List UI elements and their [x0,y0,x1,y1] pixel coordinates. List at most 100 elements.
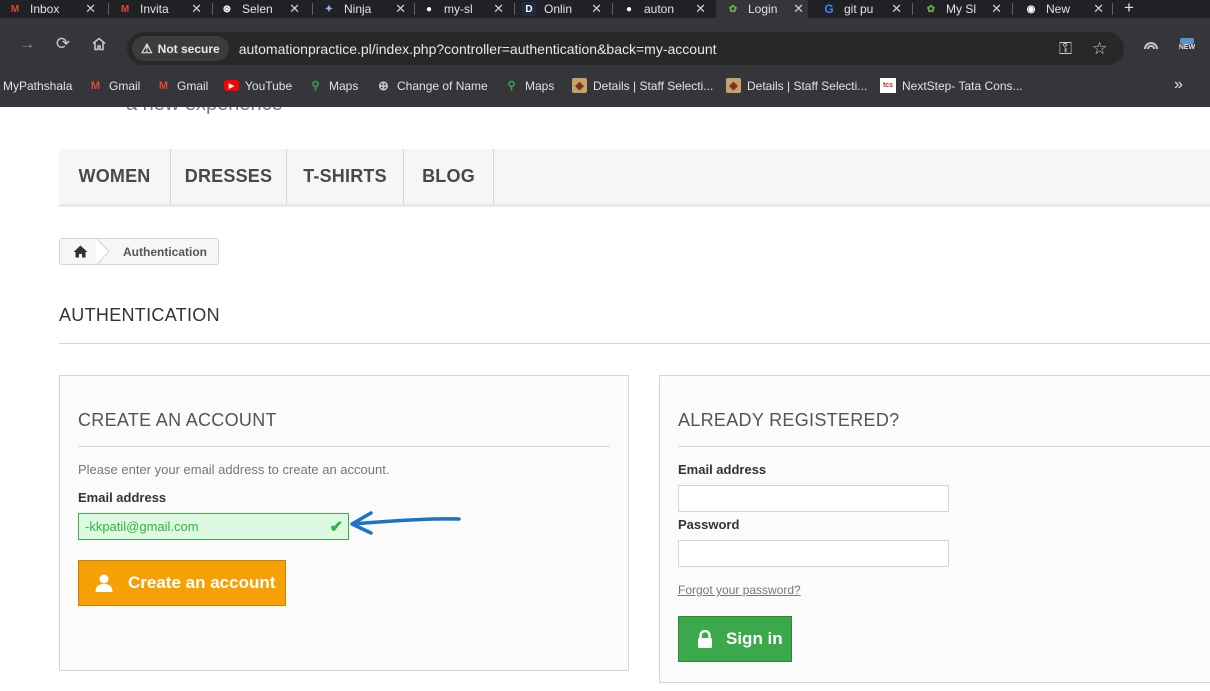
menu-item-dresses[interactable]: DRESSES [171,149,287,204]
breadcrumb-separator [96,238,110,265]
tab-invitation[interactable]: M Invita ✕ [118,0,206,18]
maps-pin-icon: ⚲ [507,80,516,92]
bookmarks-overflow-button[interactable]: » [1174,76,1183,94]
forgot-password-link[interactable]: Forgot your password? [678,583,801,597]
web-page: a new experience WOMEN DRESSES T-SHIRTS … [0,107,1210,691]
menu-item-women[interactable]: WOMEN [59,149,171,204]
create-account-heading: CREATE AN ACCOUNT [78,410,277,430]
bookmark-ssc-details-2[interactable]: ◈ Details | Staff Selecti... [726,70,867,101]
close-tab-icon[interactable]: ✕ [793,0,804,18]
tab-title: Invita [140,2,169,16]
new-badge: NEW [1178,43,1196,51]
tab-ninja[interactable]: ✦ Ninja ✕ [322,0,410,18]
tab-title: New [1046,2,1071,16]
sign-in-button[interactable]: Sign in [678,616,792,662]
bookmark-label: Gmail [177,78,209,93]
annotation-arrow [350,511,461,535]
tab-new-tab[interactable]: ◉ New ✕ [1024,0,1108,18]
close-tab-icon[interactable]: ✕ [85,0,96,18]
close-tab-icon[interactable]: ✕ [191,0,202,18]
sign-in-label: Sign in [726,629,783,648]
tab-inbox[interactable]: M Inbox ✕ [8,0,100,18]
key-icon[interactable]: ⚿ [1059,32,1072,65]
already-registered-heading: ALREADY REGISTERED? [678,410,900,430]
tab-git-push[interactable]: G git pu ✕ [822,0,906,18]
site-tagline: a new experience [126,107,283,116]
d-icon: D [522,2,536,16]
bookmark-maps[interactable]: ⚲ Maps [308,70,358,101]
address-bar[interactable]: ⚠ Not secure automationpractice.pl/index… [127,32,1124,65]
bookmark-label: YouTube [245,78,293,93]
tab-automation[interactable]: ● auton ✕ [622,0,710,18]
bookmark-nextstep-tcs[interactable]: tcs NextStep- Tata Cons... [880,70,1023,101]
profile-icon[interactable] [1140,18,1162,70]
tab-login-active[interactable]: ✿ Login ✕ [716,0,808,18]
lock-icon [695,629,715,649]
tab-title: Ninja [344,2,372,16]
browser-toolbar: → ⟳ ⚠ Not secure automationpractice.pl/i… [0,18,1210,70]
close-tab-icon[interactable]: ✕ [891,0,902,18]
tab-title: auton [644,2,675,16]
maps-pin-icon: ⚲ [311,80,320,92]
bookmark-mypathshala[interactable]: MyPathshala [3,70,72,101]
email-login-input[interactable] [678,485,949,512]
close-tab-icon[interactable]: ✕ [991,0,1002,18]
url-text[interactable]: automationpractice.pl/index.php?controll… [239,41,717,57]
top-menu: WOMEN DRESSES T-SHIRTS BLOG [59,149,1210,207]
not-secure-indicator[interactable]: ⚠ Not secure [132,36,229,61]
ninja-icon: ✦ [324,3,334,15]
email-login-label: Email address [678,462,767,477]
tab-selenium[interactable]: ⊛ Selen ✕ [220,0,304,18]
gmail-icon: M [10,3,20,15]
bookmark-label: Gmail [109,78,141,93]
bookmark-change-of-name[interactable]: ⊕ Change of Name [376,70,488,101]
github-icon: ● [425,3,433,15]
email-create-value: -kkpatil@gmail.com [85,519,199,534]
divider [678,446,1210,447]
checkmark-icon: ✔ [329,519,343,536]
user-icon [93,573,115,593]
breadcrumb: Authentication [59,238,219,265]
extension-new-icon[interactable]: NEW [1174,18,1200,70]
home-icon[interactable] [60,239,100,264]
github-icon: ● [625,3,633,15]
close-tab-icon[interactable]: ✕ [695,0,706,18]
menu-item-blog[interactable]: BLOG [404,149,494,204]
bookmark-ssc-details[interactable]: ◈ Details | Staff Selecti... [572,70,713,101]
email-create-label: Email address [78,490,167,505]
tab-title: my-sl [444,2,473,16]
bookmark-label: Maps [329,78,359,93]
tab-online[interactable]: D Onlin ✕ [522,0,606,18]
home-icon[interactable] [88,18,110,70]
breadcrumb-current: Authentication [123,244,207,259]
security-label: Not secure [157,41,220,56]
tab-title: Selen [242,2,273,16]
close-tab-icon[interactable]: ✕ [493,0,504,18]
close-tab-icon[interactable]: ✕ [395,0,406,18]
menu-item-tshirts[interactable]: T-SHIRTS [287,149,404,204]
close-tab-icon[interactable]: ✕ [591,0,602,18]
tab-title: Onlin [544,2,573,16]
gmail-icon: M [120,3,130,15]
forward-arrow-icon[interactable]: → [16,18,38,70]
password-label: Password [678,517,740,532]
browser-tab-strip: M Inbox ✕ M Invita ✕ ⊛ Selen ✕ ✦ Ninja ✕… [0,0,1210,18]
bookmark-gmail[interactable]: M Gmail [88,70,140,101]
create-account-button[interactable]: Create an account [78,560,286,606]
reload-icon[interactable]: ⟳ [52,18,74,70]
tab-title: git pu [844,2,874,16]
tab-my-slack[interactable]: ● my-sl ✕ [422,0,508,18]
tab-title: My Sl [946,2,976,16]
tab-my-shop[interactable]: ✿ My Sl ✕ [924,0,1006,18]
email-create-input[interactable]: -kkpatil@gmail.com ✔ [78,513,349,540]
close-tab-icon[interactable]: ✕ [289,0,300,18]
bookmark-youtube[interactable]: ▶ YouTube [224,70,292,101]
new-tab-button[interactable]: + [1124,0,1134,16]
close-tab-icon[interactable]: ✕ [1093,0,1104,18]
tab-title: Inbox [30,2,60,16]
bookmark-gmail-2[interactable]: M Gmail [156,70,208,101]
password-input[interactable] [678,540,949,567]
create-account-hint: Please enter your email address to creat… [78,462,390,477]
bookmark-maps-2[interactable]: ⚲ Maps [504,70,554,101]
star-icon[interactable]: ☆ [1092,32,1107,65]
